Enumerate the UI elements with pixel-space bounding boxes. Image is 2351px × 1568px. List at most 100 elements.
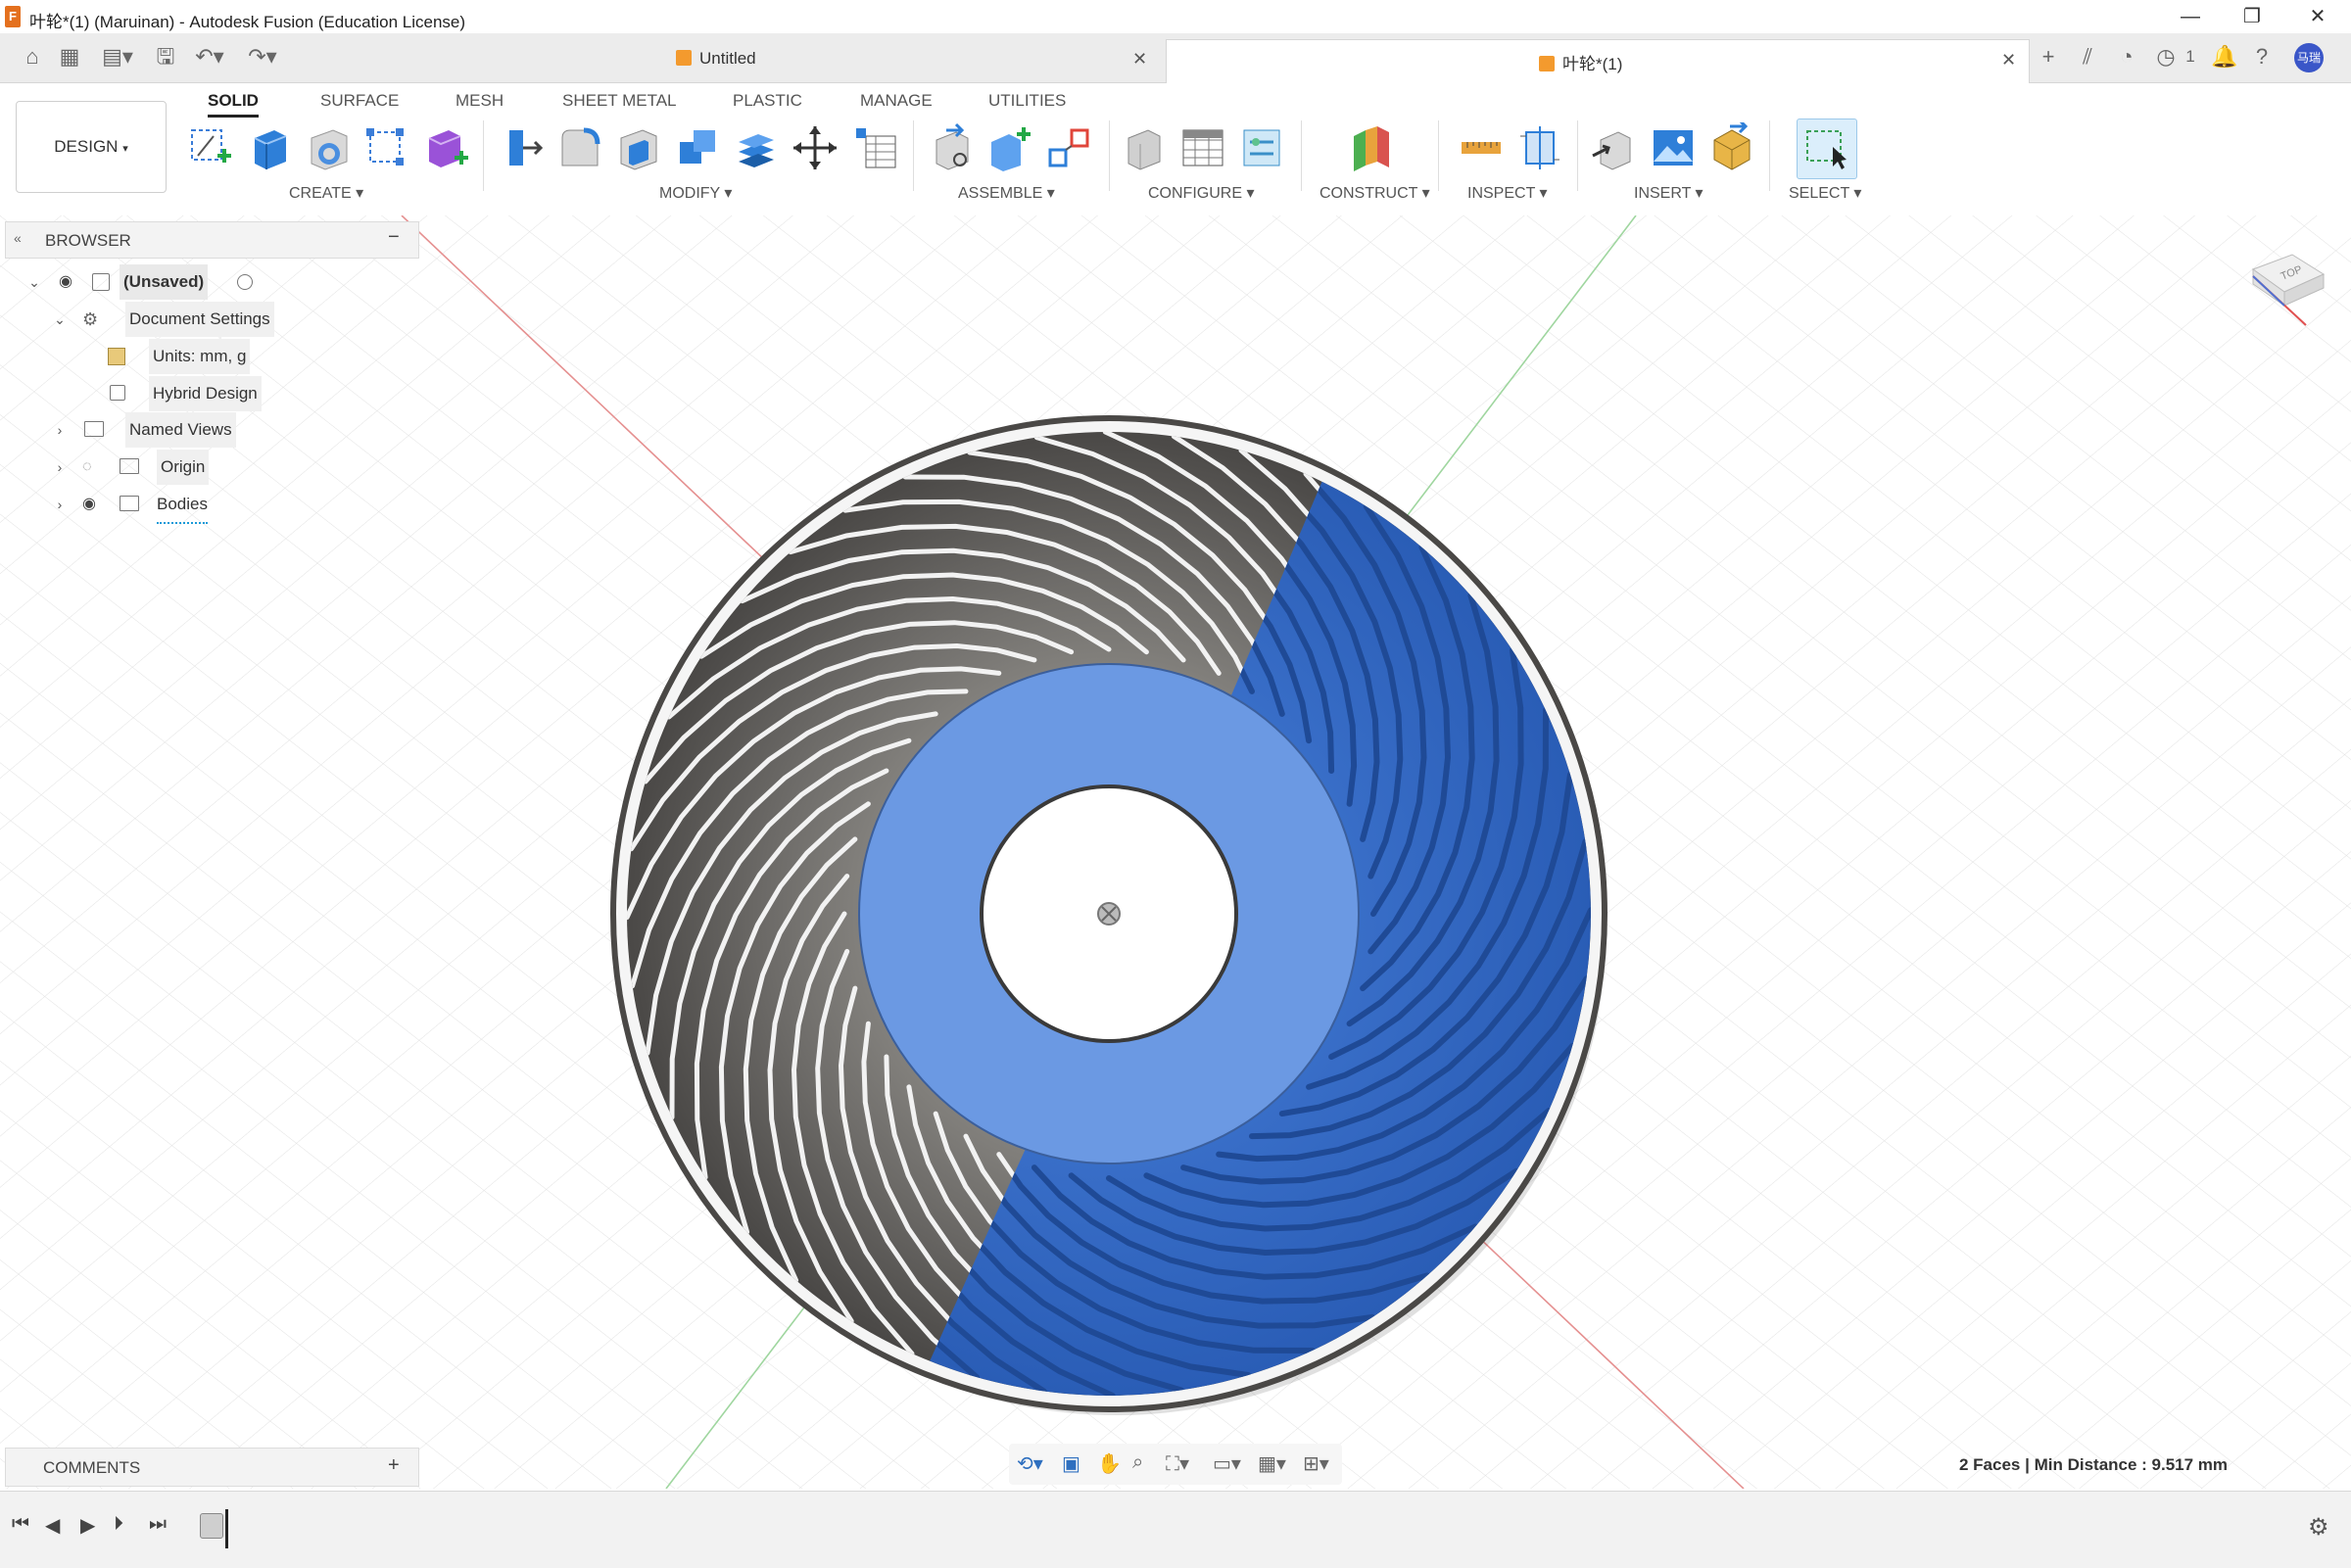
hidden-eye-icon[interactable]: ◌ [82, 450, 92, 485]
tab-utilities[interactable]: UTILITIES [988, 91, 1066, 111]
root-component-label: (Unsaved) [120, 264, 209, 300]
play-icon[interactable]: ▶ [80, 1513, 95, 1538]
configure-part-icon[interactable] [1119, 122, 1170, 173]
impeller-model[interactable] [610, 415, 1607, 1415]
notifications-bell-icon[interactable]: 🔔 [2210, 43, 2239, 71]
canvas-viewport[interactable]: TOP [0, 215, 2351, 1489]
fit-icon[interactable]: ⛶▾ [1166, 1451, 1189, 1476]
look-at-icon[interactable]: ▣ [1062, 1451, 1080, 1476]
tab-sheet-metal[interactable]: SHEET METAL [562, 91, 677, 111]
modify-group-label[interactable]: MODIFY ▾ [659, 183, 732, 203]
insert-canvas-icon[interactable] [1648, 122, 1699, 173]
configure-group-label[interactable]: CONFIGURE ▾ [1148, 183, 1254, 203]
step-forward-icon[interactable]: ⏵ [114, 1513, 123, 1536]
select-group-label[interactable]: SELECT ▾ [1789, 183, 1861, 203]
construct-group-label[interactable]: CONSTRUCT ▾ [1319, 183, 1430, 203]
tab-manage[interactable]: MANAGE [860, 91, 933, 111]
group-divider [1577, 120, 1578, 191]
select-tool-button[interactable] [1797, 119, 1857, 179]
home-icon[interactable]: ⌂ [18, 43, 47, 71]
chevron-right-icon[interactable]: › [53, 498, 67, 511]
combine-icon[interactable] [672, 122, 723, 173]
extensions-icon[interactable]: ⫽ [2073, 43, 2102, 71]
help-icon[interactable]: ? [2247, 43, 2277, 71]
activate-radio-icon[interactable] [237, 274, 253, 290]
go-to-end-icon[interactable]: ⏭ [149, 1513, 167, 1536]
timeline-feature-icon[interactable] [200, 1513, 223, 1539]
tab-untitled[interactable]: Untitled ✕ [353, 39, 1156, 82]
data-panel-grid-icon[interactable]: ▦ [55, 43, 84, 71]
shell-icon[interactable] [613, 122, 664, 173]
tab-surface[interactable]: SURFACE [320, 91, 399, 111]
chevron-right-icon[interactable]: › [53, 423, 67, 437]
minimize-button[interactable]: — [2162, 2, 2219, 31]
tree-root[interactable]: ⌄ ◉ (Unsaved) [24, 264, 278, 300]
pan-icon[interactable]: ✋ [1097, 1451, 1122, 1476]
tab-plastic[interactable]: PLASTIC [733, 91, 802, 111]
fillet-icon[interactable] [554, 122, 605, 173]
display-settings-icon[interactable]: ▭▾ [1213, 1451, 1241, 1476]
measure-icon[interactable] [1456, 122, 1507, 173]
offset-plane-icon[interactable] [1346, 122, 1397, 173]
browser-minimize-button[interactable]: − [388, 226, 400, 249]
tree-origin[interactable]: › ◌ Origin [49, 450, 235, 485]
tree-named-views[interactable]: › Named Views [49, 412, 255, 448]
create-sketch-icon[interactable] [184, 122, 235, 173]
close-window-button[interactable]: ✕ [2289, 2, 2346, 31]
joint-icon[interactable] [985, 122, 1036, 173]
tree-bodies[interactable]: › ◉ Bodies [49, 487, 235, 524]
create-form-icon[interactable] [421, 122, 472, 173]
tree-units[interactable]: Units: mm, g [108, 339, 284, 374]
tab-impeller[interactable]: 叶轮*(1) ✕ [1166, 39, 2030, 83]
insert-derive-icon[interactable] [1589, 122, 1640, 173]
restore-button[interactable]: ❐ [2224, 2, 2280, 31]
inspect-group-label[interactable]: INSPECT ▾ [1467, 183, 1548, 203]
visibility-eye-icon[interactable]: ◉ [59, 264, 72, 300]
revolve-icon[interactable] [304, 122, 355, 173]
undo-icon[interactable]: ↶▾ [190, 43, 229, 71]
job-status-icon[interactable]: ◷ [2151, 43, 2181, 71]
chevron-right-icon[interactable]: › [53, 460, 67, 474]
sketch-points-icon[interactable] [360, 122, 411, 173]
configuration-table-icon[interactable] [1177, 122, 1228, 173]
timeline-marker[interactable] [225, 1509, 228, 1548]
insert-mesh-icon[interactable] [1706, 122, 1757, 173]
timeline-settings-gear-icon[interactable]: ⚙ [2308, 1513, 2329, 1542]
offset-face-icon[interactable] [731, 122, 782, 173]
online-status-icon[interactable]: ◔ [2112, 43, 2141, 71]
create-group-label[interactable]: CREATE ▾ [289, 183, 363, 203]
visibility-eye-icon[interactable]: ◉ [82, 487, 96, 522]
close-tab-untitled-button[interactable]: ✕ [1132, 49, 1147, 70]
go-to-start-icon[interactable]: ⏮ [12, 1513, 29, 1536]
viewports-icon[interactable]: ⊞▾ [1303, 1451, 1329, 1476]
assemble-group-label[interactable]: ASSEMBLE ▾ [958, 183, 1055, 203]
tab-solid[interactable]: SOLID [208, 91, 259, 118]
user-avatar[interactable]: 马瑞 [2294, 43, 2324, 72]
chevron-down-icon[interactable]: ⌄ [27, 275, 41, 289]
configuration-rule-icon[interactable] [1236, 122, 1287, 173]
redo-icon[interactable]: ↷▾ [243, 43, 282, 71]
tree-document-settings[interactable]: ⌄ ⚙ Document Settings [49, 302, 284, 337]
change-parameters-icon[interactable] [850, 122, 901, 173]
tab-mesh[interactable]: MESH [456, 91, 504, 111]
file-menu-icon[interactable]: ▤▾ [98, 43, 137, 71]
close-tab-impeller-button[interactable]: ✕ [2001, 50, 2016, 71]
step-back-icon[interactable]: ◀ [45, 1513, 60, 1538]
section-analysis-icon[interactable] [1514, 122, 1565, 173]
zoom-icon[interactable]: ⌕ [1132, 1451, 1143, 1474]
new-component-icon[interactable] [927, 122, 978, 173]
extrude-icon[interactable] [245, 122, 296, 173]
as-built-joint-icon[interactable] [1044, 122, 1095, 173]
press-pull-icon[interactable] [496, 122, 547, 173]
move-copy-icon[interactable] [790, 122, 840, 173]
save-icon[interactable]: 🖫 [151, 43, 180, 71]
new-tab-icon[interactable]: + [2034, 43, 2063, 71]
add-comment-button[interactable]: + [388, 1454, 400, 1477]
collapse-panel-icon[interactable]: « [14, 230, 22, 246]
tree-hybrid-design[interactable]: Hybrid Design [108, 376, 284, 411]
grid-settings-icon[interactable]: ▦▾ [1258, 1451, 1286, 1476]
chevron-down-icon[interactable]: ⌄ [53, 312, 67, 326]
orbit-icon[interactable]: ⟲▾ [1017, 1451, 1043, 1476]
insert-group-label[interactable]: INSERT ▾ [1634, 183, 1703, 203]
workspace-switcher-button[interactable]: DESIGN ▾ [16, 101, 167, 193]
